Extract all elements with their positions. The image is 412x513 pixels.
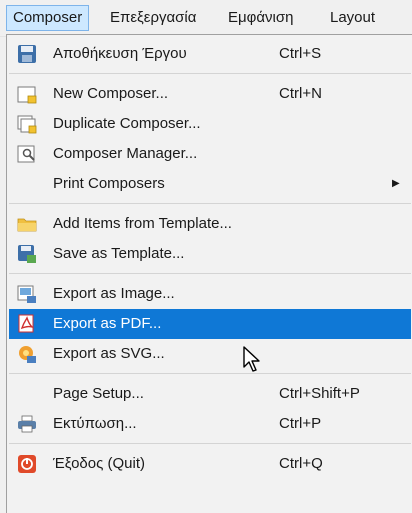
menu-item-print[interactable]: Εκτύπωση... Ctrl+P [9,409,411,439]
export-image-icon [17,285,36,303]
menu-bar: Composer Επεξεργασία Εμφάνιση Layout [0,0,412,37]
menu-separator [9,373,411,374]
menu-item-save-as-template[interactable]: Save as Template... [9,239,411,269]
pdf-icon [18,314,35,333]
menu-separator [9,73,411,74]
menu-item-composer-manager[interactable]: Composer Manager... [9,139,411,169]
menu-item-label: Export as SVG... [53,345,165,362]
menu-separator [9,443,411,444]
submenu-arrow-icon: ▶ [392,178,400,189]
menu-item-label: Έξοδος (Quit) [53,455,146,472]
folder-icon [17,218,37,232]
menu-view[interactable]: Εμφάνιση [222,5,299,31]
menu-layout[interactable]: Layout [324,5,381,31]
menu-item-export-as-svg[interactable]: Export as SVG... [9,339,411,369]
menu-item-print-composers[interactable]: Print Composers ▶ [9,169,411,199]
menu-item-label: Export as Image... [53,285,175,302]
menu-separator [9,203,411,204]
duplicate-composer-icon [17,115,37,134]
printer-icon [18,415,36,433]
menu-separator [9,273,411,274]
save-template-icon [18,245,36,263]
svg-icon [19,346,36,363]
menu-item-shortcut: Ctrl+P [279,415,322,432]
menu-item-label: Export as PDF... [53,315,162,332]
mouse-cursor-icon [243,346,260,372]
menu-item-label: Add Items from Template... [53,215,232,232]
menu-item-shortcut: Ctrl+Q [279,455,323,472]
composer-dropdown-menu: Αποθήκευση Έργου Ctrl+S New Composer... … [6,34,412,513]
menu-edit[interactable]: Επεξεργασία [104,5,202,31]
menu-item-label: Composer Manager... [53,145,198,162]
menu-item-label: New Composer... [53,85,169,102]
quit-icon [18,455,36,473]
menu-item-label: Print Composers [53,175,165,192]
menu-item-quit[interactable]: Έξοδος (Quit) Ctrl+Q [9,449,411,479]
menu-item-label: Page Setup... [53,385,144,402]
menu-item-shortcut: Ctrl+S [279,45,322,62]
menu-item-label: Save as Template... [53,245,185,262]
composer-manager-icon [17,145,35,163]
menu-item-label: Εκτύπωση... [53,415,137,432]
menu-item-duplicate-composer[interactable]: Duplicate Composer... [9,109,411,139]
menu-item-export-as-pdf[interactable]: Export as PDF... [9,309,411,339]
menu-item-label: Αποθήκευση Έργου [53,45,187,62]
new-composer-icon [17,86,37,104]
menu-item-export-as-image[interactable]: Export as Image... [9,279,411,309]
menu-composer[interactable]: Composer [6,5,90,31]
menu-item-save-project[interactable]: Αποθήκευση Έργου Ctrl+S [9,39,411,69]
menu-item-shortcut: Ctrl+N [279,85,322,102]
save-icon [18,45,36,63]
menu-item-new-composer[interactable]: New Composer... Ctrl+N [9,79,411,109]
menu-item-label: Duplicate Composer... [53,115,201,132]
menu-item-page-setup[interactable]: Page Setup... Ctrl+Shift+P [9,379,411,409]
menu-item-add-items-from-template[interactable]: Add Items from Template... [9,209,411,239]
menu-item-shortcut: Ctrl+Shift+P [279,385,360,402]
